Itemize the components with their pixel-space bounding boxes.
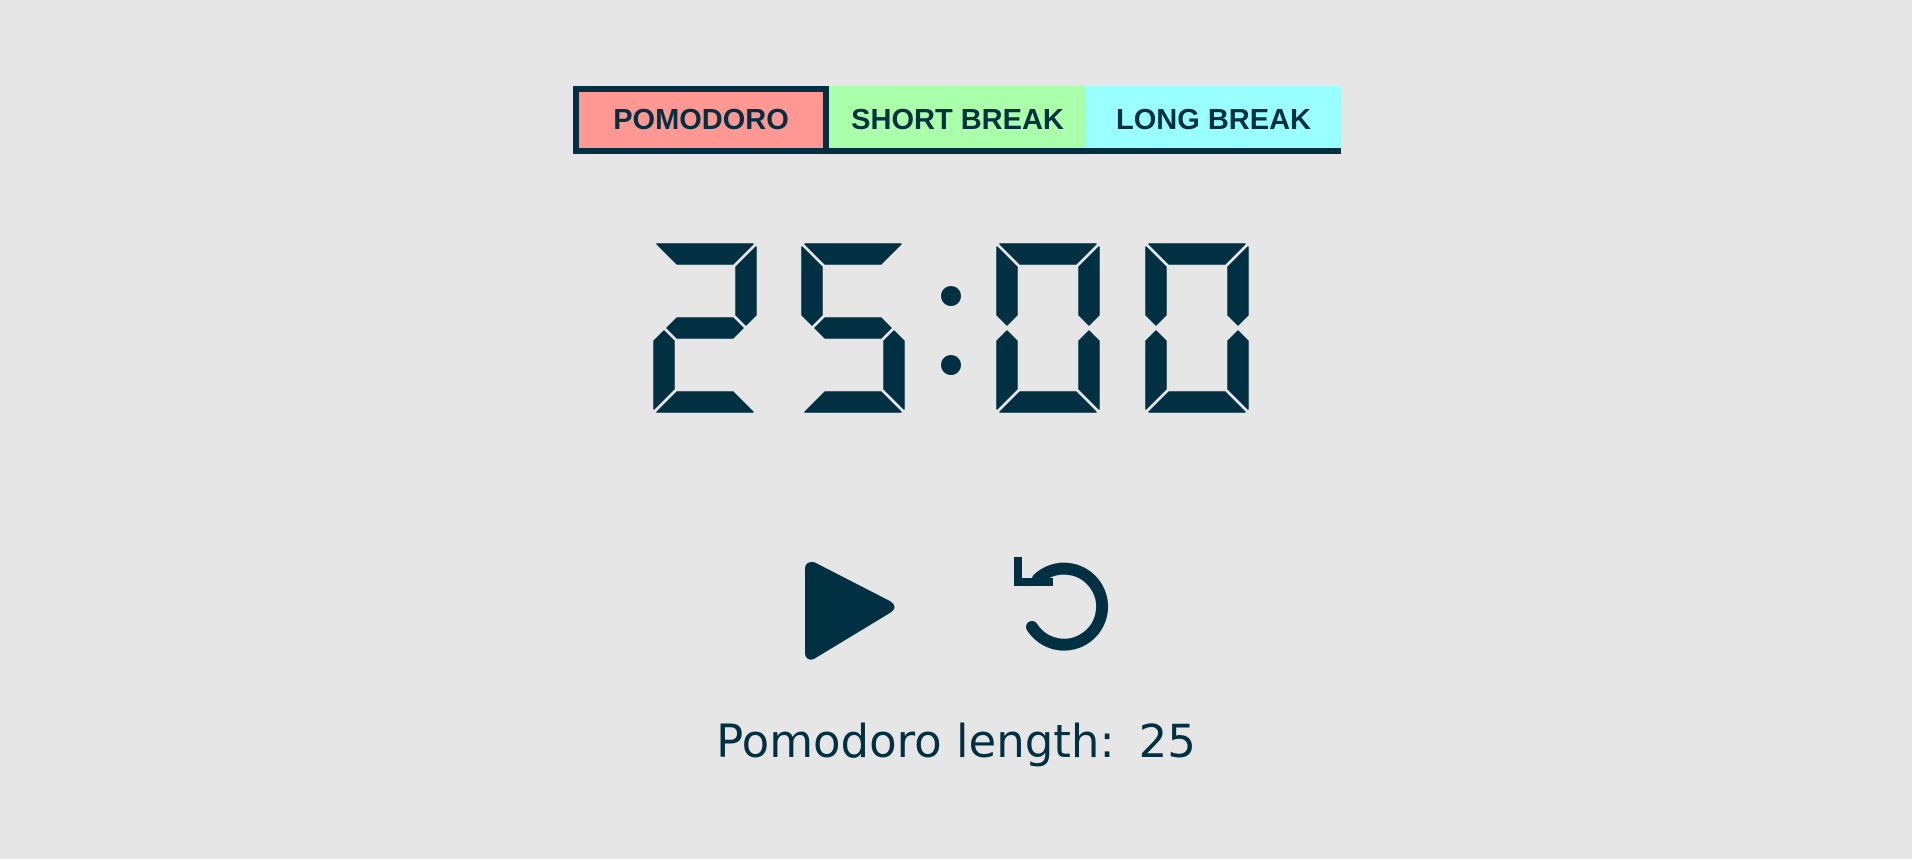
colon-dot — [941, 355, 961, 375]
digit-segment-a — [656, 243, 754, 265]
timer-colon — [941, 286, 961, 375]
reset-button[interactable] — [1010, 553, 1110, 655]
timer-digit — [653, 243, 757, 413]
digit-segment-g — [814, 317, 892, 339]
reset-icon — [1014, 557, 1109, 651]
colon-dot — [941, 286, 961, 306]
digit-segment-d — [656, 391, 754, 413]
digit-segment-d — [804, 391, 902, 413]
timer-digit — [1145, 243, 1249, 413]
timer-digit — [996, 243, 1100, 413]
pomodoro-app: POMODORO SHORT BREAK LONG BREAK Pomodoro… — [0, 0, 1912, 859]
play-button[interactable] — [804, 560, 898, 662]
pomodoro-length: Pomodoro length: 25 — [0, 715, 1912, 768]
digit-segment-d — [1148, 391, 1246, 413]
digit-segment-a — [804, 243, 902, 265]
pomodoro-length-value[interactable]: 25 — [1139, 715, 1196, 768]
digit-segment-a — [1148, 243, 1246, 265]
digit-segment-d — [999, 391, 1097, 413]
digit-segment-g — [666, 317, 744, 339]
pomodoro-length-label: Pomodoro length: — [716, 715, 1115, 768]
timer-digit — [801, 243, 905, 413]
digit-segment-a — [999, 243, 1097, 265]
play-icon — [805, 562, 895, 660]
